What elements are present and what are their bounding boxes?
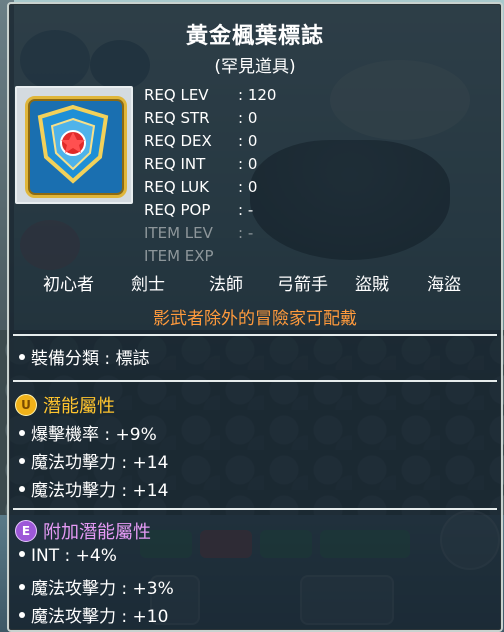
bullet-icon: [19, 430, 25, 436]
bonus-potential-line: INT : +4%: [19, 546, 117, 566]
potential-title: 潛能屬性: [43, 396, 115, 417]
potential-line: 魔法功擊力 : +14: [19, 448, 168, 473]
potential-line: 魔法功擊力 : +14: [19, 476, 168, 501]
req-dex: REQ DEX: 0: [144, 132, 258, 150]
item-icon-frame: [15, 86, 133, 204]
bullet-icon: [19, 486, 25, 492]
equip-restriction-notice: 影武者除外的冒險家可配戴: [153, 309, 357, 329]
req-level: REQ LEV: 120: [144, 86, 277, 104]
job-pirate: 海盜: [427, 275, 461, 295]
job-beginner: 初心者: [43, 275, 94, 295]
bonus-potential-line: 魔法攻擊力 : +3%: [19, 574, 174, 599]
item-name: 黃金楓葉標誌: [185, 24, 324, 49]
bullet-icon: [19, 354, 25, 360]
job-list: 初心者 劍士 法師 弓箭手 盜賊 海盜: [9, 270, 501, 295]
bullet-icon: [19, 458, 25, 464]
bullet-icon: [19, 584, 25, 590]
bonus-potential-header: E 附加潛能屬性: [15, 518, 151, 544]
requirements-list: REQ LEV: 120 REQ STR: 0 REQ DEX: 0 REQ I…: [144, 84, 276, 268]
req-luk: REQ LUK: 0: [144, 178, 258, 196]
bullet-icon: [19, 612, 25, 618]
bullet-icon: [19, 551, 25, 557]
unique-grade-icon: U: [15, 394, 37, 416]
item-level: ITEM LEV: -: [144, 224, 254, 242]
req-str: REQ STR: 0: [144, 109, 258, 127]
job-magician: 法師: [209, 275, 243, 295]
divider: [13, 508, 497, 510]
bonus-potential-title: 附加潛能屬性: [43, 522, 151, 543]
job-thief: 盜賊: [355, 275, 389, 295]
item-tooltip: 黃金楓葉標誌 (罕見道具) REQ LEV: 120 REQ STR: 0 RE…: [7, 2, 503, 632]
item-exp: ITEM EXP: [144, 247, 214, 265]
potential-line: 爆擊機率 : +9%: [19, 420, 157, 445]
job-bowman: 弓箭手: [277, 275, 328, 295]
divider: [13, 334, 497, 336]
equip-category: 裝備分類 : 標誌: [19, 344, 150, 369]
epic-grade-icon: E: [15, 520, 37, 542]
req-pop: REQ POP: -: [144, 201, 254, 219]
bonus-potential-line: 魔法攻擊力 : +10: [19, 602, 168, 627]
potential-header: U 潛能屬性: [15, 392, 115, 418]
job-warrior: 劍士: [131, 275, 165, 295]
req-int: REQ INT: 0: [144, 155, 258, 173]
item-rarity: (罕見道具): [214, 57, 296, 77]
divider: [13, 380, 497, 382]
golden-maple-emblem-icon: [25, 96, 127, 198]
